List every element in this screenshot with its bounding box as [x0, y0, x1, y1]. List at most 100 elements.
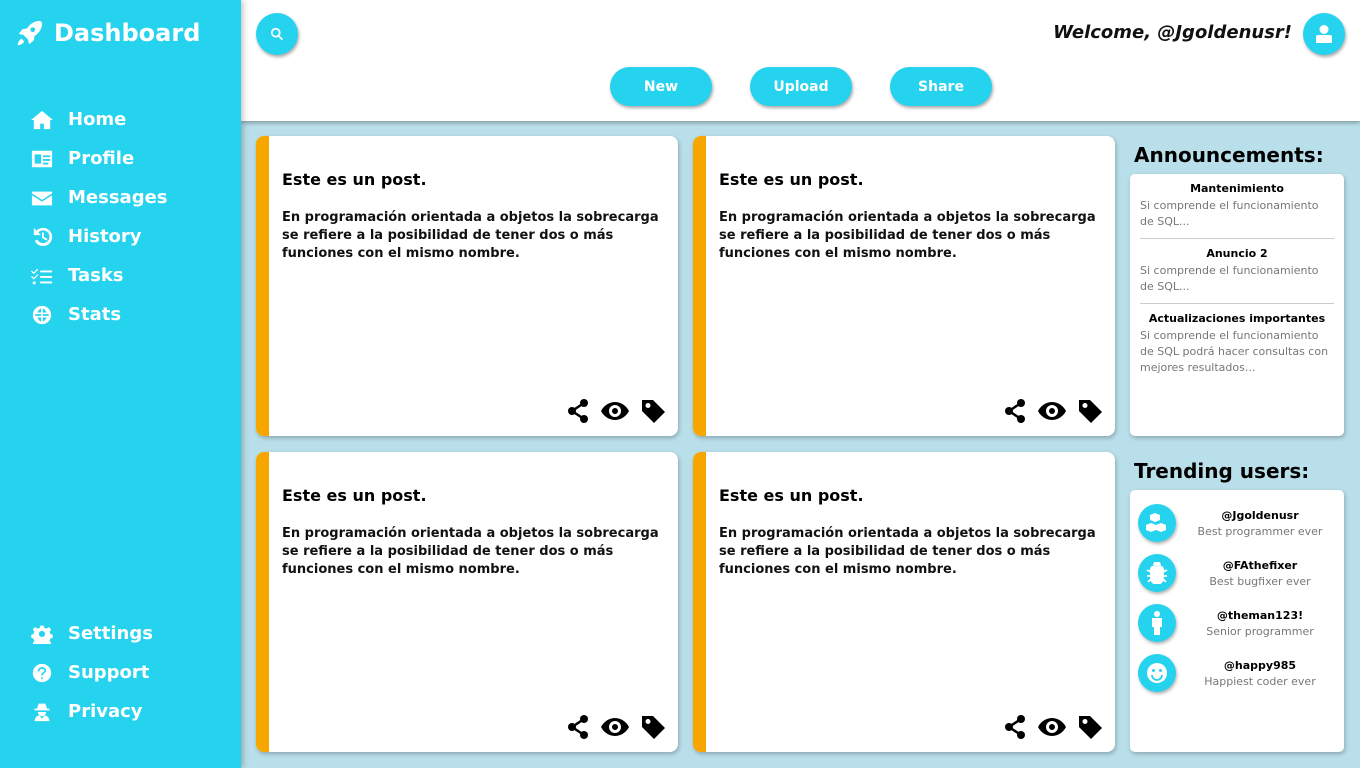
announcement-title: Anuncio 2	[1206, 247, 1268, 260]
post-title: Este es un post.	[719, 170, 864, 189]
envelope-icon	[30, 187, 54, 209]
eye-icon[interactable]	[1038, 398, 1066, 424]
user-role: Senior programmer	[1206, 624, 1314, 638]
sidebar-item-profile[interactable]: Profile	[30, 139, 168, 178]
post-body: En programación orientada a objetos la s…	[282, 210, 659, 261]
share-icon[interactable]	[1004, 714, 1026, 740]
post-stripe	[256, 452, 269, 752]
post-stripe	[693, 136, 706, 436]
person-icon	[1138, 604, 1176, 642]
user-role: Best programmer ever	[1197, 524, 1323, 538]
sidebar-item-label: Profile	[68, 148, 135, 169]
eye-icon[interactable]	[601, 398, 629, 424]
share-icon[interactable]	[1004, 398, 1026, 424]
post-title: Este es un post.	[282, 486, 427, 505]
sidebar-nav: Home Profile Messages History Tasks Stat…	[30, 100, 168, 334]
tasks-icon	[30, 265, 54, 287]
rocket-icon	[17, 20, 43, 46]
globe-icon	[30, 304, 54, 326]
post-card: Este es un post. En programación orienta…	[256, 452, 678, 752]
user-name: @happy985	[1223, 658, 1297, 672]
share-button[interactable]: Share	[890, 67, 992, 106]
trending-user[interactable]: @FAthefixer Best bugfixer ever	[1130, 548, 1344, 598]
upload-button[interactable]: Upload	[750, 67, 852, 106]
post-actions	[567, 714, 666, 740]
user-name: @FAthefixer	[1222, 558, 1298, 572]
announcements-panel: Mantenimiento Si comprende el funcionami…	[1130, 174, 1344, 436]
new-button[interactable]: New	[610, 67, 712, 106]
smile-icon	[1138, 654, 1176, 692]
post-stripe	[256, 136, 269, 436]
trending-user[interactable]: @happy985 Happiest coder ever	[1130, 648, 1344, 698]
sidebar-item-label: Home	[68, 109, 127, 130]
sidebar-item-label: Settings	[68, 623, 153, 644]
announcement-title: Actualizaciones importantes	[1148, 312, 1326, 325]
question-icon	[30, 662, 54, 684]
announcements-title: Announcements:	[1134, 143, 1324, 167]
sidebar-item-label: Privacy	[68, 701, 143, 722]
post-body: En programación orientada a objetos la s…	[719, 526, 1096, 577]
welcome-message: Welcome, @Jgoldenusr!	[1053, 22, 1292, 43]
announcement-item[interactable]: Mantenimiento Si comprende el funcionami…	[1140, 174, 1334, 239]
share-icon[interactable]	[567, 714, 589, 740]
sidebar-item-messages[interactable]: Messages	[30, 178, 168, 217]
trending-title: Trending users:	[1134, 459, 1310, 483]
post-stripe	[693, 452, 706, 752]
user-name: @theman123!	[1216, 608, 1304, 622]
announcement-desc: Si comprende el funcionamiento de SQL po…	[1140, 329, 1329, 374]
brand-title: Dashboard	[54, 19, 201, 47]
sidebar-item-settings[interactable]: Settings	[30, 614, 153, 653]
trending-user[interactable]: @theman123! Senior programmer	[1130, 598, 1344, 648]
post-title: Este es un post.	[719, 486, 864, 505]
post-body: En programación orientada a objetos la s…	[282, 526, 659, 577]
sidebar-item-label: History	[68, 226, 142, 247]
search-button[interactable]	[256, 13, 298, 55]
tag-icon[interactable]	[641, 398, 666, 424]
post-actions	[1004, 398, 1103, 424]
top-header: Welcome, @Jgoldenusr! New Upload Share	[241, 0, 1360, 121]
trending-user[interactable]: @Jgoldenusr Best programmer ever	[1130, 498, 1344, 548]
trending-panel: @Jgoldenusr Best programmer ever @FAthef…	[1130, 490, 1344, 752]
home-icon	[30, 109, 54, 131]
user-secret-icon	[30, 701, 54, 723]
user-avatar-button[interactable]	[1303, 13, 1345, 55]
tag-icon[interactable]	[1078, 398, 1103, 424]
post-actions	[567, 398, 666, 424]
post-body: En programación orientada a objetos la s…	[719, 210, 1096, 261]
sidebar-item-label: Messages	[68, 187, 168, 208]
cubes-icon	[1138, 504, 1176, 542]
sidebar-item-tasks[interactable]: Tasks	[30, 256, 168, 295]
share-icon[interactable]	[567, 398, 589, 424]
bug-icon	[1138, 554, 1176, 592]
post-card: Este es un post. En programación orienta…	[693, 136, 1115, 436]
announcement-item[interactable]: Anuncio 2 Si comprende el funcionamiento…	[1140, 239, 1334, 304]
announcement-desc: Si comprende el funcionamiento de SQL...	[1140, 264, 1319, 293]
eye-icon[interactable]	[1038, 714, 1066, 740]
sidebar-item-label: Support	[68, 662, 150, 683]
sidebar-item-support[interactable]: Support	[30, 653, 153, 692]
sidebar-bottom-nav: Settings Support Privacy	[30, 614, 153, 731]
user-role: Happiest coder ever	[1204, 674, 1316, 688]
sidebar-item-privacy[interactable]: Privacy	[30, 692, 153, 731]
announcement-desc: Si comprende el funcionamiento de SQL...	[1140, 199, 1319, 228]
tag-icon[interactable]	[1078, 714, 1103, 740]
user-role: Best bugfixer ever	[1209, 574, 1311, 588]
announcement-title: Mantenimiento	[1190, 182, 1284, 195]
eye-icon[interactable]	[601, 714, 629, 740]
sidebar-item-history[interactable]: History	[30, 217, 168, 256]
sidebar-item-stats[interactable]: Stats	[30, 295, 168, 334]
sidebar-item-label: Stats	[68, 304, 122, 325]
sidebar: Dashboard Home Profile Messages History …	[0, 0, 241, 768]
announcement-item[interactable]: Actualizaciones importantes Si comprende…	[1140, 304, 1334, 384]
brand[interactable]: Dashboard	[14, 14, 200, 52]
gear-icon	[30, 623, 54, 645]
sidebar-item-home[interactable]: Home	[30, 100, 168, 139]
post-card: Este es un post. En programación orienta…	[693, 452, 1115, 752]
post-card: Este es un post. En programación orienta…	[256, 136, 678, 436]
user-name: @Jgoldenusr	[1221, 508, 1299, 522]
user-icon	[1316, 25, 1332, 43]
tag-icon[interactable]	[641, 714, 666, 740]
history-icon	[30, 226, 54, 248]
search-icon	[271, 27, 284, 41]
sidebar-item-label: Tasks	[68, 265, 124, 286]
